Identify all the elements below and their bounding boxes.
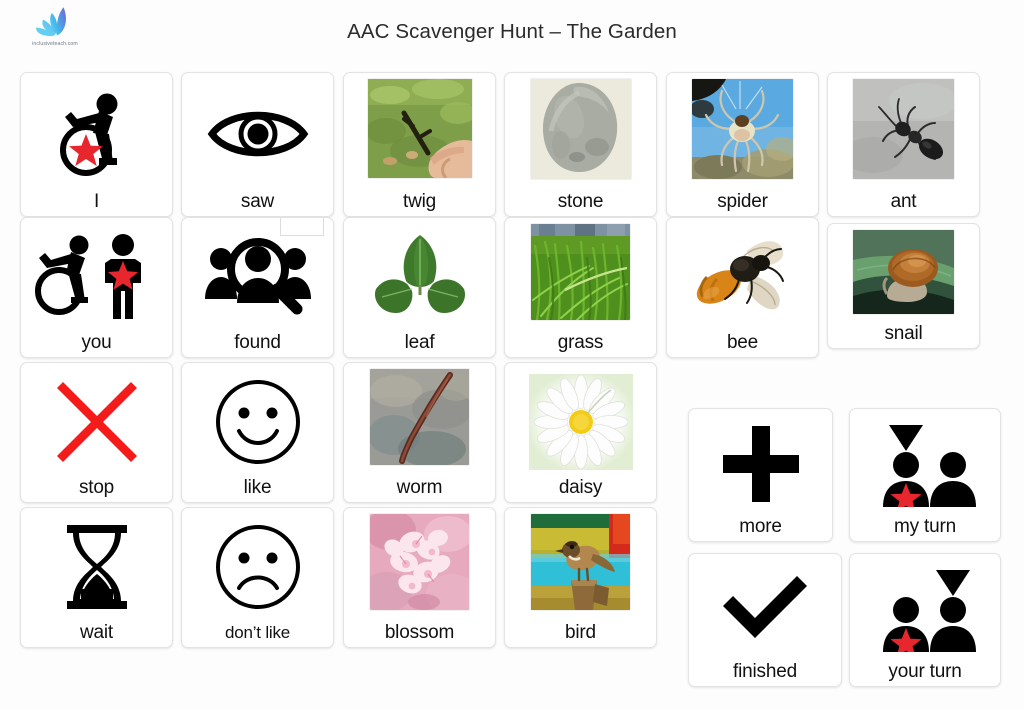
card-label: I [93, 191, 100, 212]
grey-stone-photo [508, 77, 653, 190]
green-grass-photo [508, 222, 653, 331]
page-title: AAC Scavenger Hunt – The Garden [347, 20, 677, 43]
wheelchair-pointing-person-star-icon [24, 222, 169, 331]
aac-communication-board: inclusiveteach.com AAC Scavenger Hunt – … [0, 0, 1024, 709]
card-leaf[interactable]: leaf [343, 217, 496, 358]
card-spider[interactable]: spider [666, 72, 819, 217]
twig-in-hand-photo [347, 77, 492, 190]
card-twig[interactable]: twig [343, 72, 496, 217]
pink-blossom-photo [347, 512, 492, 621]
card-grass[interactable]: grass [504, 217, 657, 358]
card-like[interactable]: like [181, 362, 334, 503]
card-bird[interactable]: bird [504, 507, 657, 648]
card-daisy[interactable]: daisy [504, 362, 657, 503]
black-ant-photo [831, 77, 976, 190]
card-label: worm [396, 477, 443, 498]
page-header: inclusiveteach.com AAC Scavenger Hunt – … [0, 0, 1024, 66]
red-cross-icon [24, 367, 169, 476]
two-people-arrow-left-icon [853, 413, 997, 515]
card-i[interactable]: I [20, 72, 173, 217]
card-stone[interactable]: stone [504, 72, 657, 217]
card-label: more [739, 516, 782, 537]
card-stop[interactable]: stop [20, 362, 173, 503]
snail-on-leaf-photo [831, 228, 976, 322]
card-label: saw [240, 191, 275, 212]
card-label: leaf [404, 332, 435, 353]
card-label: stone [557, 191, 604, 212]
honey-bee-photo [670, 222, 815, 331]
green-leaf-photo [347, 222, 492, 331]
card-found[interactable]: found [181, 217, 334, 358]
card-label: daisy [558, 477, 603, 498]
card-label: my turn [894, 516, 956, 537]
card-worm[interactable]: worm [343, 362, 496, 503]
wheelchair-user-star-icon [24, 77, 169, 190]
card-label: ant [890, 191, 917, 212]
card-label: your turn [888, 661, 962, 682]
card-label: finished [733, 661, 797, 682]
hourglass-icon [24, 512, 169, 621]
plus-sign-icon [692, 413, 829, 515]
card-ant[interactable]: ant [827, 72, 980, 217]
card-label: found [234, 332, 281, 353]
white-rect-artifact [280, 218, 324, 236]
card-label: grass [557, 332, 604, 353]
card-blossom[interactable]: blossom [343, 507, 496, 648]
white-daisy-photo [508, 367, 653, 476]
card-bee[interactable]: bee [666, 217, 819, 358]
check-mark-icon [692, 558, 838, 660]
card-label: twig [403, 191, 436, 212]
card-you[interactable]: you [20, 217, 173, 358]
card-label: snail [884, 323, 923, 344]
sad-face-icon [185, 512, 330, 621]
happy-face-icon [185, 367, 330, 476]
card-snail[interactable]: snail [827, 223, 980, 349]
card-more[interactable]: more [688, 408, 833, 542]
earthworm-photo [347, 367, 492, 476]
people-magnifying-glass-icon [185, 218, 330, 331]
card-label: bee [726, 332, 759, 353]
card-label: blossom [384, 622, 455, 643]
card-my-turn[interactable]: my turn [849, 408, 1001, 542]
spider-on-web-photo [670, 77, 815, 190]
eye-icon [185, 77, 330, 190]
card-label: stop [78, 477, 115, 498]
card-your-turn[interactable]: your turn [849, 553, 1001, 687]
card-label: you [81, 332, 112, 353]
two-people-arrow-right-icon [853, 558, 997, 660]
card-wait[interactable]: wait [20, 507, 173, 648]
card-dont-like[interactable]: don’t like [181, 507, 334, 648]
card-label: bird [565, 622, 596, 643]
card-label: spider [717, 191, 768, 212]
card-finished[interactable]: finished [688, 553, 842, 687]
sparrow-on-post-photo [508, 512, 653, 621]
card-label: don’t like [224, 623, 291, 642]
card-label: wait [80, 622, 113, 643]
card-saw[interactable]: saw [181, 72, 334, 217]
card-label: like [243, 477, 272, 498]
